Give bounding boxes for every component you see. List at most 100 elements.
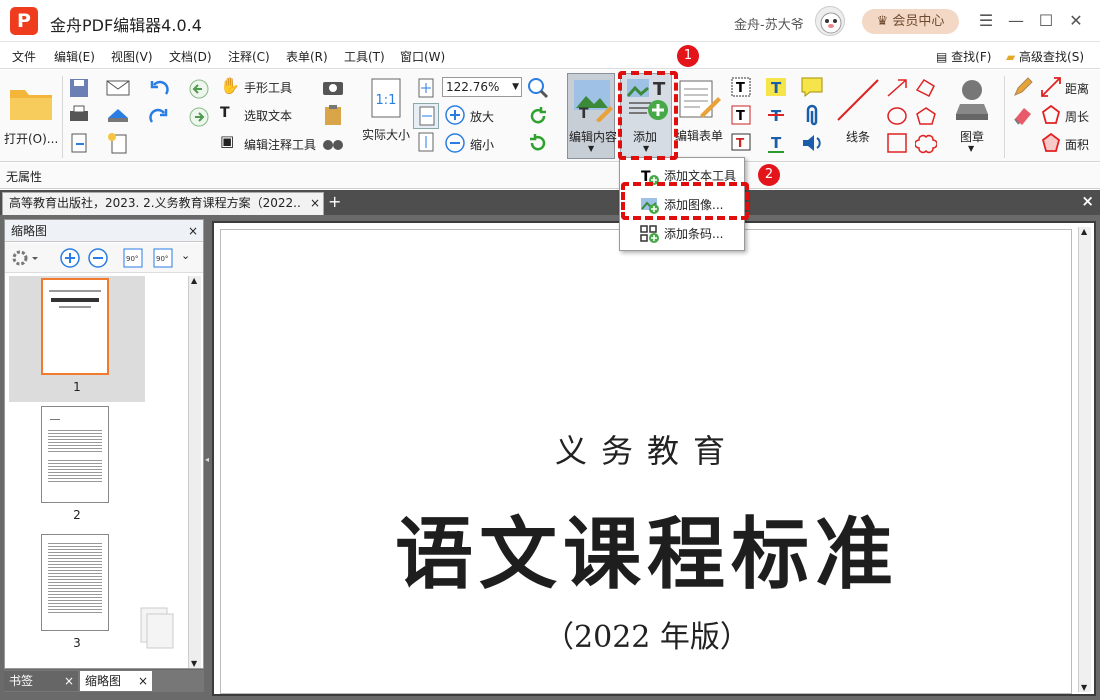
maximize-icon[interactable]: ☐ xyxy=(1034,9,1058,33)
thumbnails-tab[interactable]: 缩略图 × xyxy=(80,671,152,691)
cloud-icon[interactable] xyxy=(915,132,937,154)
menu-document[interactable]: 文档(D) xyxy=(169,48,212,65)
vip-center-button[interactable]: ♛ 会员中心 xyxy=(862,9,959,34)
highlight-text-icon[interactable]: T xyxy=(765,76,787,98)
edit-form-button[interactable]: 编辑表单 xyxy=(674,73,726,159)
menu-window[interactable]: 窗口(W) xyxy=(400,48,445,65)
rotate-left-90-icon[interactable]: 90° xyxy=(121,246,145,270)
polyline-icon[interactable] xyxy=(915,78,937,98)
tab-close-icon[interactable]: × xyxy=(138,671,148,691)
magnifier-icon[interactable] xyxy=(527,77,549,99)
zoom-select[interactable]: 122.76% ▼ xyxy=(442,77,522,97)
close-icon[interactable]: ✕ xyxy=(1064,9,1088,33)
zoom-in-button[interactable]: 放大 xyxy=(444,104,504,126)
undo-icon[interactable] xyxy=(148,78,170,98)
menu-form[interactable]: 表单(R) xyxy=(286,48,328,65)
clipboard-icon[interactable] xyxy=(322,104,344,126)
fit-page-icon[interactable] xyxy=(416,78,436,98)
save-icon[interactable] xyxy=(68,78,90,98)
tab-close-icon[interactable]: × xyxy=(64,671,74,691)
select-text-button[interactable]: T 选取文本 xyxy=(218,104,318,126)
area-button[interactable]: 面积 xyxy=(1040,132,1100,154)
edit-content-button[interactable]: T 编辑内容 ▼ xyxy=(567,73,617,159)
new-document-icon[interactable] xyxy=(106,132,130,154)
add-barcode-item[interactable]: 添加条码... xyxy=(620,220,744,248)
redo-icon[interactable] xyxy=(148,106,170,126)
zoom-out-thumb-icon[interactable] xyxy=(87,247,109,269)
panel-close-icon[interactable]: × xyxy=(188,220,198,242)
find-button[interactable]: ▤ 查找(F) xyxy=(936,48,991,65)
perimeter-button[interactable]: 周长 xyxy=(1040,104,1100,126)
menu-tools[interactable]: 工具(T) xyxy=(344,48,385,65)
rotate-counterclockwise-icon[interactable] xyxy=(528,133,548,153)
scroll-up-icon[interactable]: ▲ xyxy=(191,276,197,285)
text-box-icon[interactable]: T xyxy=(730,76,752,98)
menu-comment[interactable]: 注释(C) xyxy=(228,48,270,65)
binoculars-icon[interactable] xyxy=(322,132,344,152)
fit-width-button[interactable] xyxy=(413,103,439,129)
strikeout-icon[interactable]: T xyxy=(765,104,787,126)
tab-close-icon[interactable]: × xyxy=(310,193,320,214)
settings-gear-icon[interactable] xyxy=(11,248,39,268)
bookmarks-tab[interactable]: 书签 × xyxy=(4,671,78,691)
camera-icon[interactable] xyxy=(322,78,344,96)
menu-file[interactable]: 文件 xyxy=(12,48,36,65)
hand-tool-button[interactable]: ✋ 手形工具 xyxy=(218,76,318,98)
advanced-find-button[interactable]: ▰ 高级查找(S) xyxy=(1006,48,1084,65)
forward-icon[interactable] xyxy=(188,106,210,128)
open-button[interactable]: 打开(O)... xyxy=(4,74,58,158)
folder-search-icon: ▰ xyxy=(1006,50,1020,64)
scan-icon[interactable] xyxy=(106,106,130,124)
underline-icon[interactable]: T xyxy=(765,132,787,154)
edit-annotation-button[interactable]: ▣ 编辑注释工具 xyxy=(218,132,322,154)
thumbnail-scrollbar[interactable]: ▲ ▼ xyxy=(188,276,201,668)
scroll-up-icon[interactable]: ▲ xyxy=(1081,227,1087,236)
close-all-tabs-icon[interactable]: × xyxy=(1081,192,1094,210)
fit-visible-icon[interactable] xyxy=(416,132,436,152)
text-cursor-icon: T xyxy=(220,105,230,121)
distance-button[interactable]: 距离 xyxy=(1040,76,1100,98)
minimize-icon[interactable]: — xyxy=(1004,9,1028,33)
menu-icon[interactable]: ☰ xyxy=(974,9,998,33)
chevron-down-icon: ▼ xyxy=(512,82,519,92)
scroll-down-icon[interactable]: ▼ xyxy=(191,659,197,668)
sound-icon[interactable] xyxy=(800,132,824,154)
menu-edit[interactable]: 编辑(E) xyxy=(54,48,95,65)
avatar[interactable] xyxy=(815,6,845,36)
zoom-in-thumb-icon[interactable] xyxy=(59,247,81,269)
print-icon[interactable] xyxy=(68,105,90,125)
new-tab-icon[interactable]: + xyxy=(328,193,341,211)
arrow-icon[interactable] xyxy=(886,78,908,98)
thumbnail-item[interactable]: 2 xyxy=(9,406,145,532)
rotate-clockwise-icon[interactable] xyxy=(528,106,548,126)
document-viewer[interactable]: 义务教育 语文课程标准 （2022 年版） ▲ ▼ xyxy=(212,221,1096,696)
email-icon[interactable] xyxy=(106,80,130,96)
document-scrollbar[interactable]: ▲ ▼ xyxy=(1078,227,1091,692)
pencil-icon[interactable] xyxy=(1012,76,1034,98)
document-export-icon[interactable] xyxy=(68,132,90,154)
rotate-right-90-icon[interactable]: 90° xyxy=(151,246,175,270)
square-icon[interactable] xyxy=(886,132,908,154)
attachment-icon[interactable] xyxy=(802,104,822,126)
panel-splitter[interactable]: ◂ xyxy=(205,440,210,480)
callout-icon[interactable]: T xyxy=(730,132,752,154)
menu-view[interactable]: 视图(V) xyxy=(111,48,153,65)
thumbnail-item[interactable]: 3 xyxy=(9,534,145,660)
back-icon[interactable] xyxy=(188,78,210,100)
eraser-icon[interactable] xyxy=(1012,104,1034,126)
sticky-note-icon[interactable] xyxy=(800,76,824,98)
pdf-page[interactable]: 义务教育 语文课程标准 （2022 年版） xyxy=(220,229,1072,694)
actual-size-label: 实际大小 xyxy=(362,128,411,142)
typewriter-icon[interactable]: T xyxy=(730,104,752,126)
zoom-out-button[interactable]: 缩小 xyxy=(444,132,504,154)
thumbnail-item-selected[interactable]: 1 xyxy=(9,276,145,402)
username[interactable]: 金舟-苏大爷 xyxy=(734,14,804,33)
scroll-down-icon[interactable]: ▼ xyxy=(1081,683,1087,692)
double-chevron-down-icon[interactable]: ⌄ xyxy=(181,249,190,262)
stamp-button[interactable]: 图章 ▼ xyxy=(946,74,1000,158)
circle-icon[interactable] xyxy=(886,106,908,126)
lines-button[interactable]: 线条 xyxy=(832,74,882,158)
polygon-icon[interactable] xyxy=(915,106,937,126)
actual-size-button[interactable]: 1:1 实际大小 xyxy=(360,76,412,156)
document-tab[interactable]: 高等教育出版社，2023. 2.义务教育课程方案（2022.. × xyxy=(2,192,324,215)
